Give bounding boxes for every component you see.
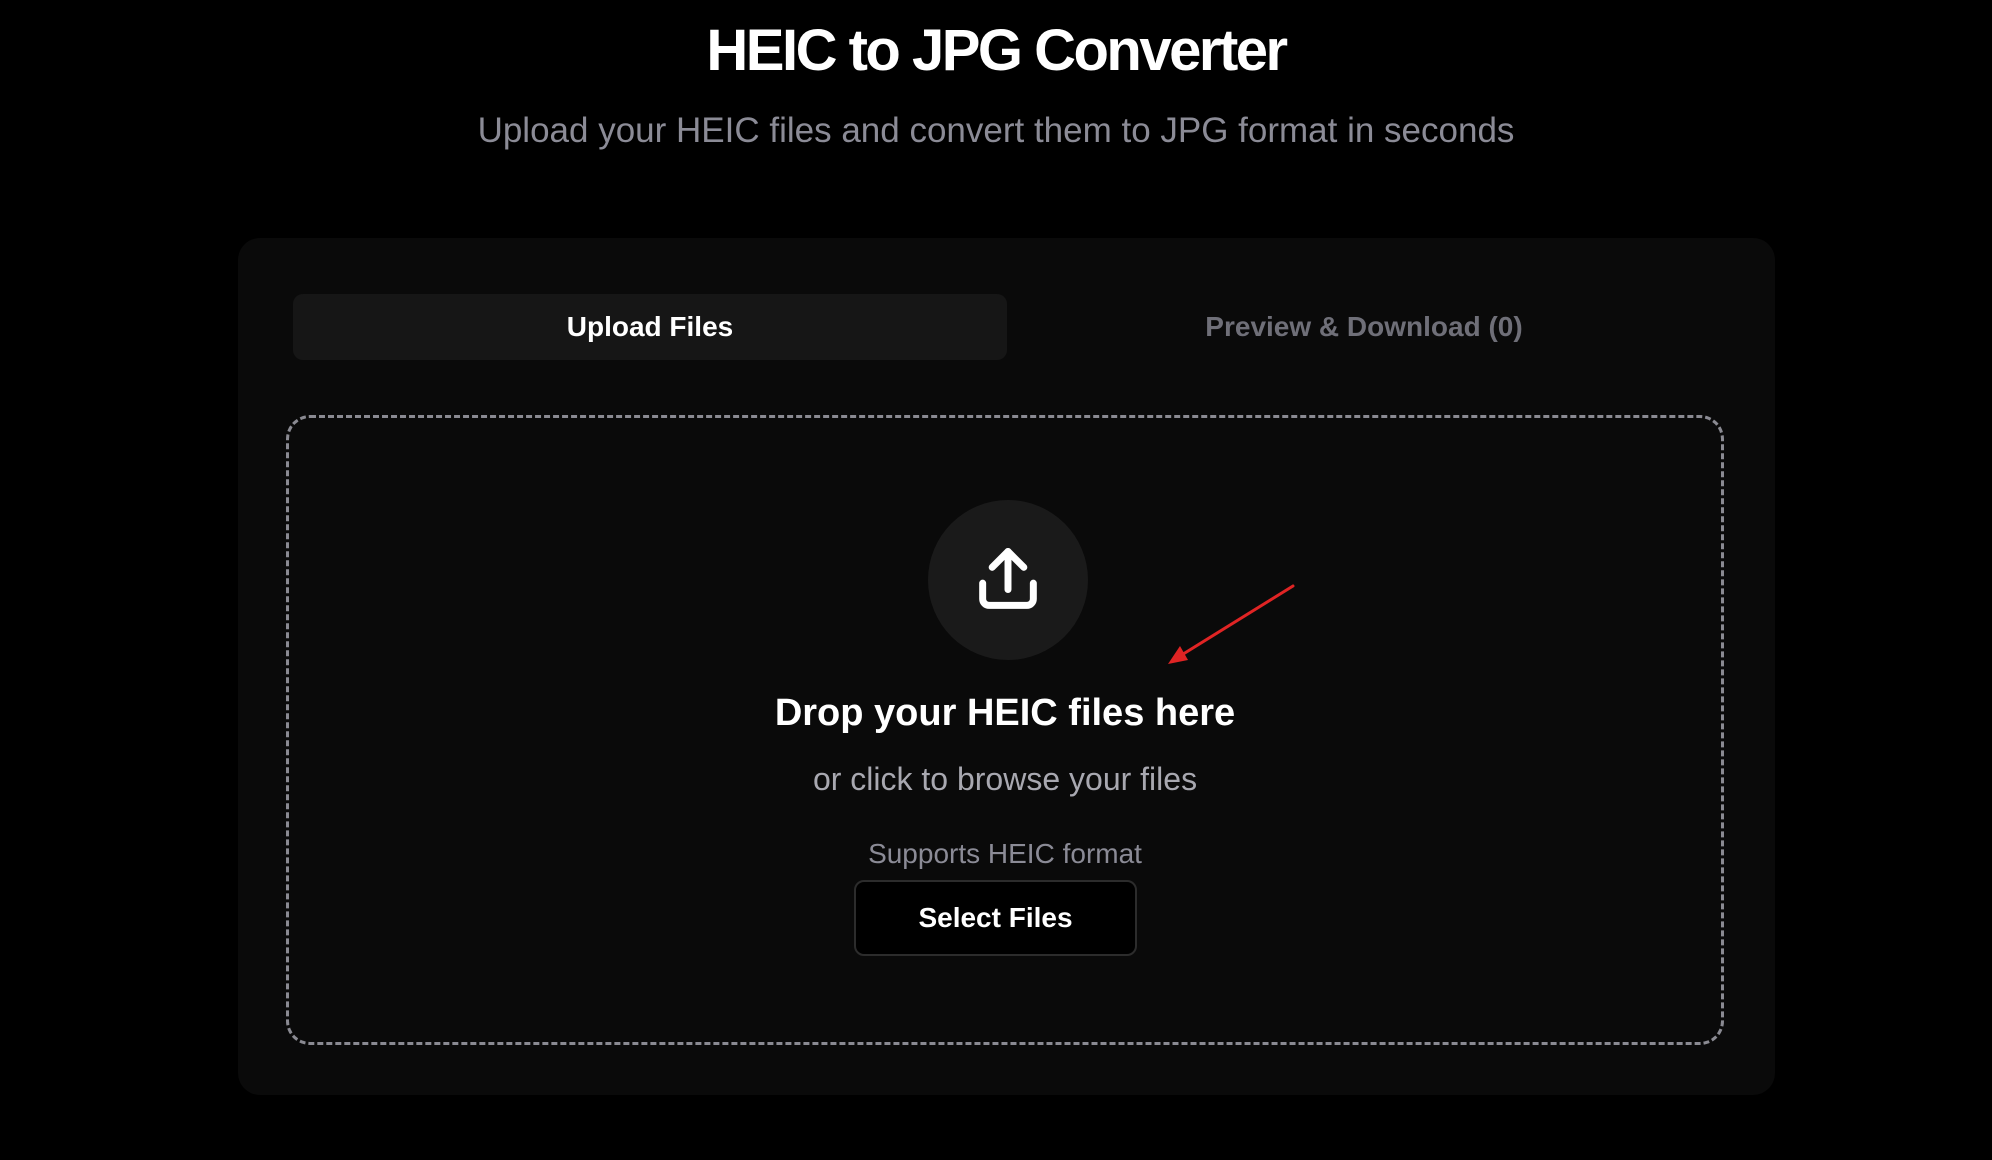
supported-formats-text: Supports HEIC format [868,838,1142,869]
tab-preview-download[interactable]: Preview & Download (0) [1007,294,1721,360]
select-files-button[interactable]: Select Files [854,880,1137,956]
upload-icon-circle [928,500,1088,660]
tab-list: Upload Files Preview & Download (0) [293,294,1721,360]
file-dropzone[interactable]: Drop your HEIC files here or click to br… [286,415,1724,1045]
page-subtitle: Upload your HEIC files and convert them … [477,111,1515,150]
page-title: HEIC to JPG Converter [706,18,1288,83]
dropzone-subtitle: or click to browse your files [812,761,1198,797]
dropzone-title: Drop your HEIC files here [774,692,1236,734]
tab-upload-files[interactable]: Upload Files [293,294,1007,360]
upload-icon [979,548,1037,609]
converter-card: Upload Files Preview & Download (0) Drop… [238,238,1775,1095]
